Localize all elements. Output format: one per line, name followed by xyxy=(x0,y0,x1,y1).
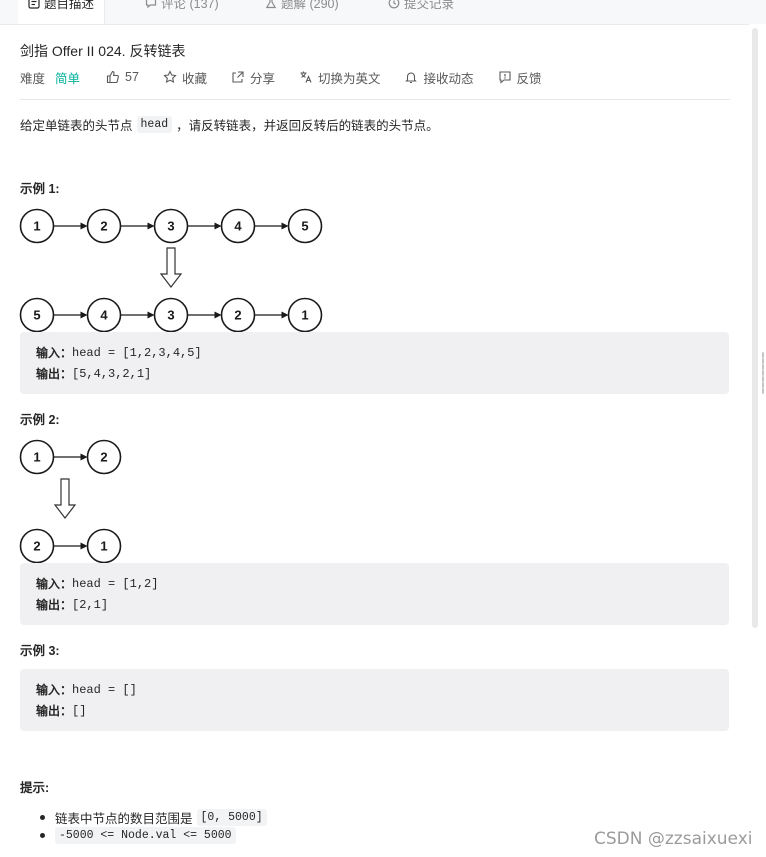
tab-submissions-label: 提交记录 xyxy=(404,0,455,11)
example-2-top-arrow xyxy=(53,453,88,461)
example-1-top-node: 5 xyxy=(287,208,323,244)
example-2-down-arrow xyxy=(53,478,77,519)
clock-icon xyxy=(388,0,400,9)
example-1-top-node: 4 xyxy=(220,208,256,244)
example-2-top-node: 2 xyxy=(86,439,122,475)
scrollbar-thumb[interactable] xyxy=(752,28,758,628)
example-2-input-label: 输入： xyxy=(36,577,73,591)
example-2-top-node: 1 xyxy=(19,439,55,475)
example-2-bottom-node-label: 1 xyxy=(100,539,107,554)
example-2-diagram: 1 2 2 1 xyxy=(19,439,122,564)
subscribe-button[interactable]: 接收动态 xyxy=(404,68,474,87)
feedback-button[interactable]: 反馈 xyxy=(498,68,542,87)
example-3-codebox: 输入： head = [] 输出：[] xyxy=(20,669,729,731)
feedback-label: 反馈 xyxy=(516,71,542,86)
example-1-top-arrow xyxy=(254,222,289,230)
resize-handle[interactable] xyxy=(762,352,764,394)
bullet xyxy=(40,815,45,820)
hint-2-code: -5000 <= Node.val <= 5000 xyxy=(55,827,236,844)
example-1-top-node-label: 4 xyxy=(234,219,242,234)
example-2-output-label: 输出： xyxy=(36,598,73,612)
example-1-bottom-node-label: 3 xyxy=(167,308,174,323)
example-2-top-node-label: 2 xyxy=(100,450,107,465)
example-1-top-node-label: 5 xyxy=(301,219,308,234)
example-2-output: [2,1] xyxy=(72,597,109,612)
feedback-icon xyxy=(498,71,511,84)
example-1-bottom-node-label: 2 xyxy=(234,308,241,323)
example-2-bottom-node-label: 2 xyxy=(33,539,40,554)
hint-1-code: [0, 5000] xyxy=(196,809,267,826)
example-3-input-label: 输入： xyxy=(36,683,73,697)
bullet xyxy=(40,833,45,838)
example-1-top-node: 3 xyxy=(153,208,189,244)
example-1-bottom-node: 3 xyxy=(153,297,189,333)
bell-icon xyxy=(405,72,418,84)
example-2-codebox: 输入： head = [1,2] 输出： [2,1] xyxy=(20,563,729,625)
hint-item: 链表中节点的数目范围是 [0, 5000] xyxy=(40,808,271,827)
example-1-bottom-arrow xyxy=(187,311,222,319)
example-3-output-label: 输出： xyxy=(36,704,73,718)
example-2-bottom-arrow xyxy=(53,542,88,550)
example-1-top-node-label: 3 xyxy=(167,219,174,234)
subscribe-label: 接收动态 xyxy=(423,71,474,86)
example-3-input: head = [] xyxy=(72,682,137,697)
example-2-top-node-label: 1 xyxy=(33,450,40,465)
hints-title: 提示: xyxy=(20,781,50,795)
example-1-bottom-node: 2 xyxy=(220,297,256,333)
example-1-down-arrow xyxy=(159,247,183,288)
hint-1-text: 链表中节点的数目范围是 xyxy=(55,812,193,826)
example-3-title: 示例 3: xyxy=(20,644,60,658)
example-2-input: head = [1,2] xyxy=(72,576,159,591)
example-3-output: [] xyxy=(72,703,87,718)
example-1-bottom-node-label: 1 xyxy=(301,308,308,323)
watermark: CSDN @zzsaixuexi xyxy=(594,829,753,849)
example-1-top-arrow xyxy=(187,222,222,230)
hint-item: -5000 <= Node.val <= 5000 xyxy=(40,827,240,844)
example-2-bottom-node: 1 xyxy=(86,528,122,564)
example-1-bottom-arrow xyxy=(254,311,289,319)
tab-submissions[interactable]: 提交记录 xyxy=(378,0,464,21)
example-2-bottom-node: 2 xyxy=(19,528,55,564)
example-1-bottom-node: 1 xyxy=(287,297,323,333)
